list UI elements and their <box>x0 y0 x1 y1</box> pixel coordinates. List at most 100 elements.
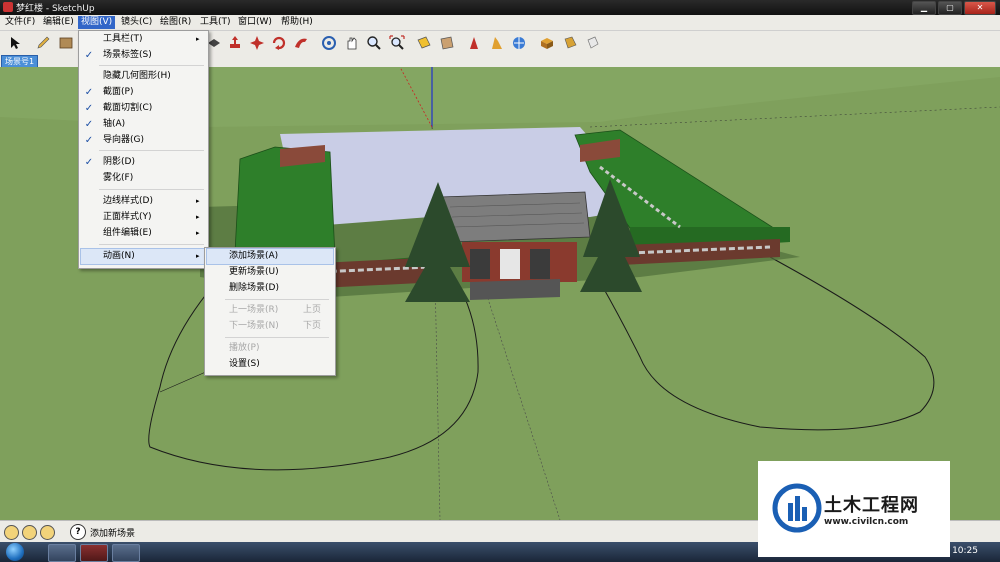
checkmark-icon: ✓ <box>84 119 94 130</box>
view-menu-axes[interactable]: ✓ 轴(A) <box>81 117 206 132</box>
view-menu-guides-label: 导向器(G) <box>103 135 144 145</box>
view-menu-animation-label: 动画(N) <box>103 251 135 261</box>
photo-textures-icon[interactable] <box>561 34 578 51</box>
animation-next-scene[interactable]: 下一场景(N) 下页 <box>207 319 333 334</box>
menu-camera[interactable]: 镜头(C) <box>118 16 155 29</box>
start-button[interactable] <box>6 543 24 561</box>
menu-separator <box>99 244 204 245</box>
shortcut-page-up: 上页 <box>303 305 322 315</box>
civilcn-logo-icon <box>772 483 822 533</box>
view-menu-edge-style[interactable]: 边线样式(D) ▸ <box>81 194 206 209</box>
animation-previous-scene[interactable]: 上一场景(R) 上页 <box>207 303 333 318</box>
geo-location-icon[interactable] <box>4 525 19 540</box>
animation-add-scene[interactable]: 添加场景(A) <box>206 248 334 265</box>
view-menu-fog[interactable]: 雾化(F) <box>81 171 206 186</box>
animation-next-scene-label: 下一场景(N) <box>229 321 279 331</box>
submenu-arrow-icon: ▸ <box>196 197 200 205</box>
animation-update-scene[interactable]: 更新场景(U) <box>207 265 333 280</box>
view-menu-face-style-label: 正面样式(Y) <box>103 212 152 222</box>
animation-settings[interactable]: 设置(S) <box>207 357 333 372</box>
rotate-icon[interactable] <box>248 34 265 51</box>
checkmark-icon: ✓ <box>84 50 94 61</box>
menu-tools[interactable]: 工具(T) <box>197 16 234 29</box>
menu-separator <box>99 65 204 66</box>
animation-add-scene-label: 添加场景(A) <box>229 251 279 261</box>
menu-draw[interactable]: 绘图(R) <box>157 16 194 29</box>
menu-help[interactable]: 帮助(H) <box>278 16 316 29</box>
taskbar-app-paint[interactable] <box>112 544 140 562</box>
follow-me-icon[interactable] <box>270 34 287 51</box>
checkmark-icon: ✓ <box>84 135 94 146</box>
eraser-icon[interactable] <box>57 34 74 51</box>
maximize-button[interactable]: ▢ <box>938 1 962 15</box>
view-menu-face-style[interactable]: 正面样式(Y) ▸ <box>81 210 206 225</box>
select-icon[interactable] <box>6 34 23 51</box>
animation-play[interactable]: 播放(P) <box>207 341 333 356</box>
checkmark-icon: ✓ <box>84 103 94 114</box>
shortcut-page-down: 下页 <box>303 321 322 331</box>
view-menu-scene-tabs[interactable]: ✓ 场景标签(S) <box>81 48 206 63</box>
section-plane-icon[interactable] <box>415 34 432 51</box>
view-menu-toolbars-label: 工具栏(T) <box>103 34 143 44</box>
menu-bar: 文件(F) 编辑(E) 视图(V) 镜头(C) 绘图(R) 工具(T) 窗口(W… <box>0 15 1000 31</box>
checkmark-icon: ✓ <box>84 157 94 168</box>
view-menu-scene-tabs-label: 场景标签(S) <box>103 50 152 60</box>
view-menu-shadows[interactable]: ✓ 阴影(D) <box>81 155 206 170</box>
menu-separator <box>225 299 329 300</box>
checkmark-icon: ✓ <box>84 87 94 98</box>
view-menu-guides[interactable]: ✓ 导向器(G) <box>81 133 206 148</box>
credits-icon[interactable] <box>22 525 37 540</box>
zoom-icon[interactable] <box>365 34 382 51</box>
window-controls: ▁ ▢ ✕ <box>912 1 996 15</box>
view-menu-component-edit[interactable]: 组件编辑(E) ▸ <box>81 226 206 241</box>
animation-delete-scene[interactable]: 删除场景(D) <box>207 281 333 296</box>
window-title: 梦红楼 - SketchUp <box>16 4 95 14</box>
look-around-icon[interactable] <box>488 34 505 51</box>
status-message: 添加新场景 <box>90 529 136 539</box>
orbit-icon[interactable] <box>320 34 337 51</box>
close-button[interactable]: ✕ <box>964 1 996 15</box>
watermark-url: www.civilcn.com <box>824 517 909 527</box>
position-camera-icon[interactable] <box>465 34 482 51</box>
move-icon[interactable] <box>226 34 243 51</box>
share-model-icon[interactable] <box>510 34 527 51</box>
menu-separator <box>99 189 204 190</box>
menu-window[interactable]: 窗口(W) <box>235 16 275 29</box>
view-menu-hidden-geometry[interactable]: 隐藏几何图形(H) <box>81 69 206 84</box>
site-watermark: 土木工程网 www.civilcn.com <box>758 461 950 557</box>
view-menu-component-edit-label: 组件编辑(E) <box>103 228 152 238</box>
view-menu-axes-label: 轴(A) <box>103 119 126 129</box>
geo-location-icon[interactable] <box>584 34 601 51</box>
view-menu-hidden-geometry-label: 隐藏几何图形(H) <box>103 71 171 81</box>
components-icon[interactable] <box>538 34 555 51</box>
taskbar-app-chrome[interactable] <box>48 544 76 562</box>
view-menu-toolbars[interactable]: 工具栏(T) ▸ <box>81 32 206 47</box>
view-menu-section-cut[interactable]: ✓ 截面切割(C) <box>81 101 206 116</box>
view-menu-edge-style-label: 边线样式(D) <box>103 196 153 206</box>
submenu-arrow-icon: ▸ <box>196 252 200 260</box>
animation-delete-scene-label: 删除场景(D) <box>229 283 279 293</box>
menu-edit[interactable]: 编辑(E) <box>40 16 77 29</box>
watermark-title: 土木工程网 <box>824 495 919 516</box>
zoom-extents-icon[interactable] <box>388 34 405 51</box>
view-menu-section-planes-label: 截面(P) <box>103 87 134 97</box>
user-icon[interactable] <box>40 525 55 540</box>
menu-view[interactable]: 视图(V) <box>78 16 116 29</box>
view-menu-animation[interactable]: 动画(N) ▸ <box>80 248 207 265</box>
menu-separator <box>225 337 329 338</box>
submenu-arrow-icon: ▸ <box>196 35 200 43</box>
minimize-button[interactable]: ▁ <box>912 1 936 15</box>
offset-icon[interactable] <box>292 34 309 51</box>
view-menu-section-planes[interactable]: ✓ 截面(P) <box>81 85 206 100</box>
submenu-arrow-icon: ▸ <box>196 213 200 221</box>
pan-icon[interactable] <box>343 34 360 51</box>
help-icon[interactable]: ? <box>70 524 86 540</box>
menu-separator <box>99 150 204 151</box>
title-bar: 梦红楼 - SketchUp ▁ ▢ ✕ <box>0 0 1000 15</box>
pencil-icon[interactable] <box>34 34 51 51</box>
view-menu-section-cut-label: 截面切割(C) <box>103 103 153 113</box>
taskbar-app-sketchup[interactable] <box>80 544 108 562</box>
view-menu-shadows-label: 阴影(D) <box>103 157 135 167</box>
walk-icon[interactable] <box>438 34 455 51</box>
menu-file[interactable]: 文件(F) <box>2 16 38 29</box>
